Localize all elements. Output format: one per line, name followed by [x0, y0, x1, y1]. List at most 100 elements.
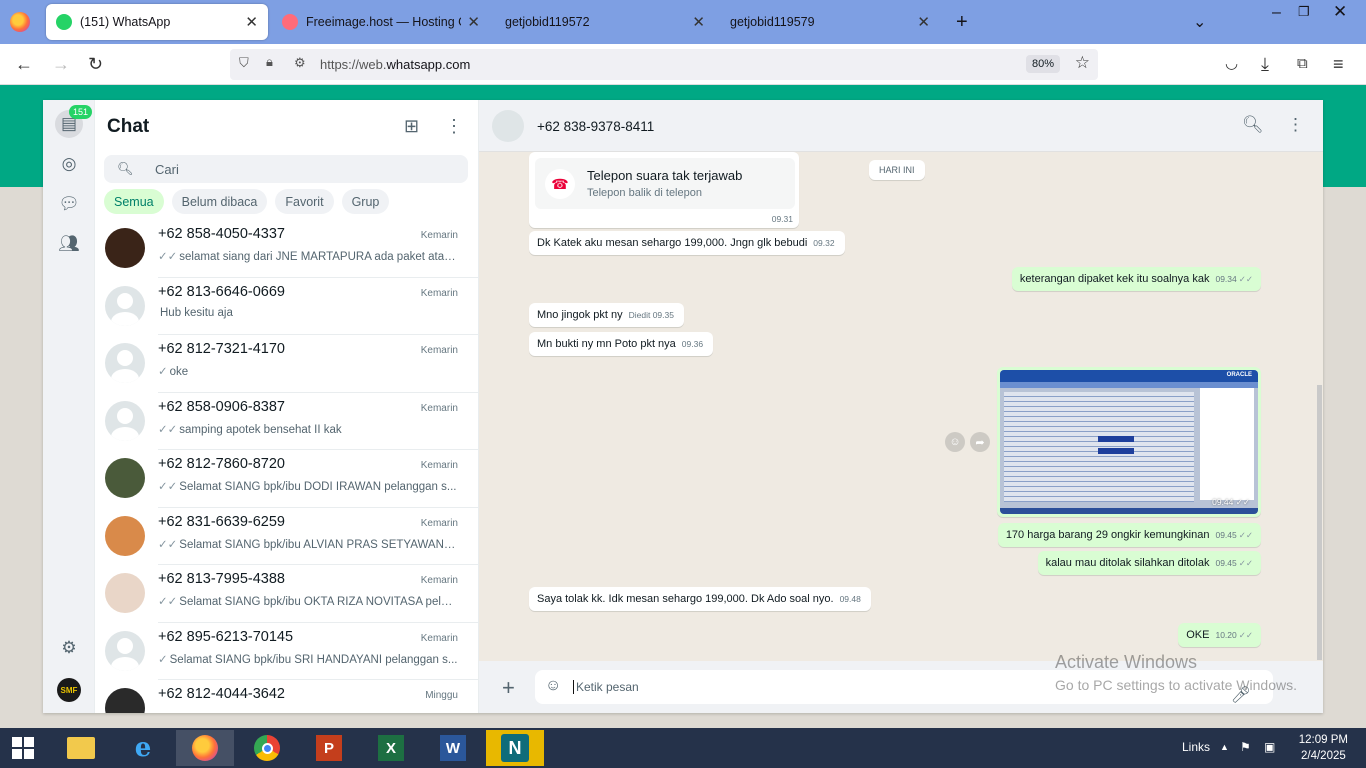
attach-plus-icon[interactable]: + [502, 675, 515, 701]
bookmark-star-icon[interactable]: ☆ [1075, 53, 1090, 73]
react-emoji-icon[interactable]: ☺ [945, 432, 965, 452]
contact-name[interactable]: +62 838-9378-8411 [537, 119, 654, 134]
pocket-icon[interactable]: ◡ [1225, 53, 1238, 75]
zoom-indicator[interactable]: 80% [1025, 55, 1060, 73]
tab-getjobid-2[interactable]: getjobid119579 ✕ [720, 4, 940, 40]
reload-icon[interactable]: ↻ [88, 53, 103, 75]
permissions-icon[interactable]: ⚙ [294, 55, 306, 71]
incoming-message[interactable]: Dk Katek aku mesan sehargo 199,000. Jngn… [529, 231, 845, 255]
chevron-down-icon[interactable]: ⌄ [1193, 12, 1206, 32]
channels-icon[interactable]: 💬︎ [55, 190, 83, 218]
internet-explorer-icon[interactable]: e [114, 730, 172, 766]
filter-groups[interactable]: Grup [341, 189, 390, 214]
taskbar-clock[interactable]: 12:09 PM 2/4/2025 [1299, 732, 1348, 764]
minimize-icon[interactable]: – [1272, 4, 1281, 22]
outgoing-message[interactable]: OKE 10.20 ✓✓ [1178, 623, 1261, 647]
firefox-icon[interactable] [10, 12, 30, 32]
excel-icon[interactable]: X [362, 730, 420, 766]
firefox-taskbar-icon[interactable] [176, 730, 234, 766]
chat-list-item[interactable]: +62 858-4050-4337 Kemarin ✓✓ selamat siang … [95, 220, 478, 278]
close-icon[interactable]: ✕ [692, 13, 705, 31]
filter-all[interactable]: Semua [104, 189, 164, 214]
incoming-message[interactable]: Mn bukti ny mn Poto pkt nya 09.36 [529, 332, 714, 356]
conversation-header[interactable]: +62 838-9378-8411 🔍︎ ⋮ [479, 100, 1323, 152]
filter-unread[interactable]: Belum dibaca [171, 189, 268, 214]
emoji-icon[interactable]: ☺ [545, 677, 561, 695]
shield-icon[interactable]: ⛉ [239, 55, 249, 71]
contact-avatar[interactable] [492, 110, 524, 142]
tab-freeimage[interactable]: Freeimage.host — Hosting Gam ✕ [272, 4, 490, 40]
tab-whatsapp[interactable]: (151) WhatsApp ✕ [46, 4, 268, 40]
chat-avatar[interactable] [105, 688, 145, 713]
forward-icon[interactable]: ➦ [970, 432, 990, 452]
download-icon[interactable]: ⤓ [1261, 53, 1269, 75]
image-thumbnail[interactable]: ORACLE 09.44 ✓✓ [1000, 370, 1258, 514]
chat-list-item[interactable]: +62 813-6646-0669 Kemarin Hub kesitu aja [95, 278, 478, 335]
chat-time: Kemarin [420, 402, 458, 414]
powerpoint-icon[interactable]: P [300, 730, 358, 766]
search-icon[interactable]: 🔍︎ [1242, 115, 1264, 135]
more-options-icon[interactable]: ⋮ [445, 116, 463, 137]
chat-list-item[interactable]: +62 831-6639-6259 Kemarin ✓✓ Selamat SIANG … [95, 508, 478, 565]
profile-avatar[interactable]: SMF [57, 678, 81, 702]
missed-call-message[interactable]: ☎ Telepon suara tak terjawab Telepon bal… [529, 152, 799, 228]
chat-avatar[interactable] [105, 343, 145, 383]
extensions-icon[interactable]: ⧉ [1297, 53, 1308, 75]
chat-avatar[interactable] [105, 228, 145, 268]
chat-name: +62 813-7995-4388 [158, 571, 285, 587]
url-text[interactable]: https://web.whatsapp.com [320, 57, 470, 72]
incoming-message[interactable]: Mno jingok pkt ny Diedit 09.35 [529, 303, 684, 327]
tray-chevron-up-icon[interactable]: ▲ [1220, 742, 1229, 752]
status-icon[interactable]: ◎ [55, 150, 83, 178]
n-app-icon[interactable]: N [486, 730, 544, 766]
close-icon[interactable]: ✕ [467, 13, 480, 31]
forward-arrow-icon[interactable]: → [52, 53, 70, 75]
close-icon[interactable]: ✕ [245, 13, 258, 31]
settings-gear-icon[interactable]: ⚙ [55, 634, 83, 662]
back-arrow-icon[interactable]: ← [15, 53, 33, 75]
menu-icon[interactable]: ≡ [1333, 53, 1344, 75]
chat-preview-text: selamat siang dari JNE MARTAPURA ada pak… [179, 251, 458, 263]
message-time: 09.34 ✓✓ [1215, 274, 1253, 284]
new-chat-icon[interactable]: ⊞ [404, 116, 419, 137]
file-explorer-icon[interactable] [52, 730, 110, 766]
chat-list-item[interactable]: +62 813-7995-4388 Kemarin ✓✓ Selamat SIANG … [95, 565, 478, 623]
outgoing-message[interactable]: keterangan dipaket kek itu soalnya kak 09… [1011, 267, 1261, 291]
network-icon[interactable]: ▣ [1264, 740, 1275, 754]
chat-list-item[interactable]: +62 812-7860-8720 Kemarin ✓✓ Selamat SIANG … [95, 450, 478, 508]
scrollbar[interactable] [1317, 385, 1322, 660]
close-icon[interactable]: ✕ [917, 13, 930, 31]
chat-list-item[interactable]: +62 812-7321-4170 Kemarin ✓ oke [95, 335, 478, 393]
search-input[interactable]: 🔍︎ Cari [104, 155, 468, 183]
word-icon[interactable]: W [424, 730, 482, 766]
filter-favorites[interactable]: Favorit [275, 189, 334, 214]
chat-avatar[interactable] [105, 458, 145, 498]
windows-start-icon[interactable] [0, 730, 46, 766]
lock-icon[interactable]: 🔒︎ [266, 54, 273, 70]
window-close-icon[interactable]: ✕ [1333, 2, 1347, 22]
chat-avatar[interactable] [105, 515, 145, 556]
tray-links[interactable]: Links [1182, 740, 1210, 754]
communities-icon[interactable]: 👥︎ [55, 230, 83, 258]
chat-list-item[interactable]: +62 895-6213-70145 Kemarin ✓ Selamat SIANG … [95, 623, 478, 680]
more-options-icon[interactable]: ⋮ [1287, 115, 1304, 135]
outgoing-message[interactable]: kalau mau ditolak silahkan ditolak 09.45 ✓… [1037, 551, 1261, 575]
message-input[interactable]: ☺ Ketik pesan 🎤︎ [535, 670, 1273, 704]
chat-avatar[interactable] [105, 630, 145, 671]
microphone-icon[interactable]: 🎤︎ [1231, 685, 1251, 705]
chat-avatar[interactable] [105, 285, 145, 326]
chat-list-item[interactable]: +62 858-0906-8387 Kemarin ✓✓ samping apotek… [95, 393, 478, 450]
new-tab-icon[interactable]: + [956, 11, 968, 34]
maximize-icon[interactable]: ❐ [1298, 4, 1310, 20]
action-center-flag-icon[interactable]: ⚑ [1240, 740, 1251, 754]
outgoing-message[interactable]: 170 harga barang 29 ongkir kemungkinan 09… [997, 523, 1261, 547]
chat-list-item[interactable]: +62 812-4044-3642 Minggu [95, 680, 478, 713]
incoming-message[interactable]: Saya tolak kk. Idk mesan sehargo 199,000… [529, 587, 871, 611]
chrome-icon[interactable] [238, 730, 296, 766]
tab-getjobid-1[interactable]: getjobid119572 ✕ [495, 4, 715, 40]
missed-call-card[interactable]: ☎ Telepon suara tak terjawab Telepon bal… [535, 158, 795, 209]
address-bar[interactable]: ⛉ 🔒︎ ⚙ https://web.whatsapp.com 80% ☆ [230, 49, 1098, 80]
chat-avatar[interactable] [105, 400, 145, 441]
chat-avatar[interactable] [105, 573, 145, 613]
image-message[interactable]: ORACLE 09.44 ✓✓ [997, 367, 1261, 517]
